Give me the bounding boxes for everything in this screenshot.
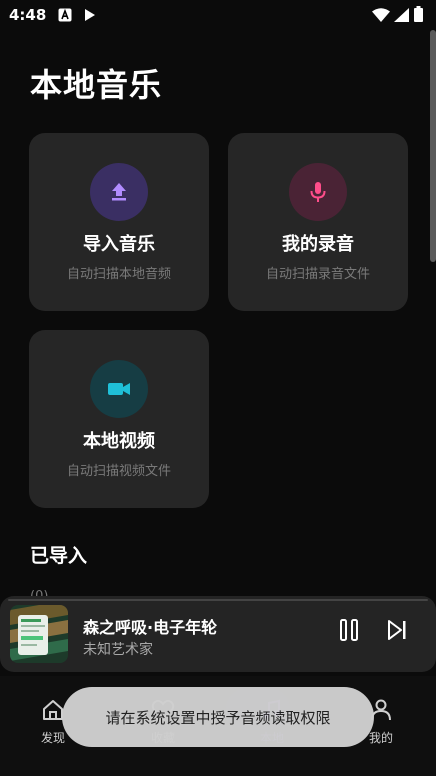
battery-icon [414, 6, 423, 22]
play-store-icon [85, 9, 95, 21]
card-title: 导入音乐 [83, 234, 155, 255]
recording-icon-circle [289, 163, 347, 221]
my-recordings-card[interactable]: 我的录音 自动扫描录音文件 [228, 133, 408, 311]
album-art-image [10, 605, 68, 663]
import-icon-circle [90, 163, 148, 221]
page-title: 本地音乐 [30, 66, 163, 104]
track-artist: 未知艺术家 [83, 642, 153, 658]
playback-progress-track[interactable] [8, 599, 428, 601]
card-subtitle: 自动扫描本地音频 [66, 267, 171, 282]
local-videos-card[interactable]: 本地视频 自动扫描视频文件 [29, 330, 209, 508]
card-subtitle: 自动扫描录音文件 [265, 267, 370, 282]
videocam-icon [108, 383, 130, 395]
scrollbar[interactable] [430, 30, 436, 262]
status-bar: 4:48 [0, 0, 436, 30]
signal-icon [394, 8, 409, 22]
microphone-icon [310, 182, 326, 202]
track-title: 森之呼吸·电子年轮 [83, 618, 218, 637]
import-music-card[interactable]: 导入音乐 自动扫描本地音频 [29, 133, 209, 311]
notification-a-icon [58, 8, 72, 22]
mini-player[interactable]: 森之呼吸·电子年轮 未知艺术家 [0, 596, 436, 672]
wifi-icon [372, 8, 390, 22]
imported-section-title: 已导入 [30, 545, 88, 567]
pause-button[interactable] [338, 618, 360, 642]
card-title: 我的录音 [282, 234, 354, 255]
card-subtitle: 自动扫描视频文件 [66, 464, 171, 479]
upload-icon [112, 183, 126, 201]
status-time: 4:48 [9, 6, 47, 24]
video-icon-circle [90, 360, 148, 418]
card-title: 本地视频 [83, 431, 155, 452]
skip-next-button[interactable] [386, 618, 408, 642]
album-art[interactable] [10, 605, 68, 663]
permission-toast: 请在系统设置中授予音频读取权限 [62, 687, 374, 747]
